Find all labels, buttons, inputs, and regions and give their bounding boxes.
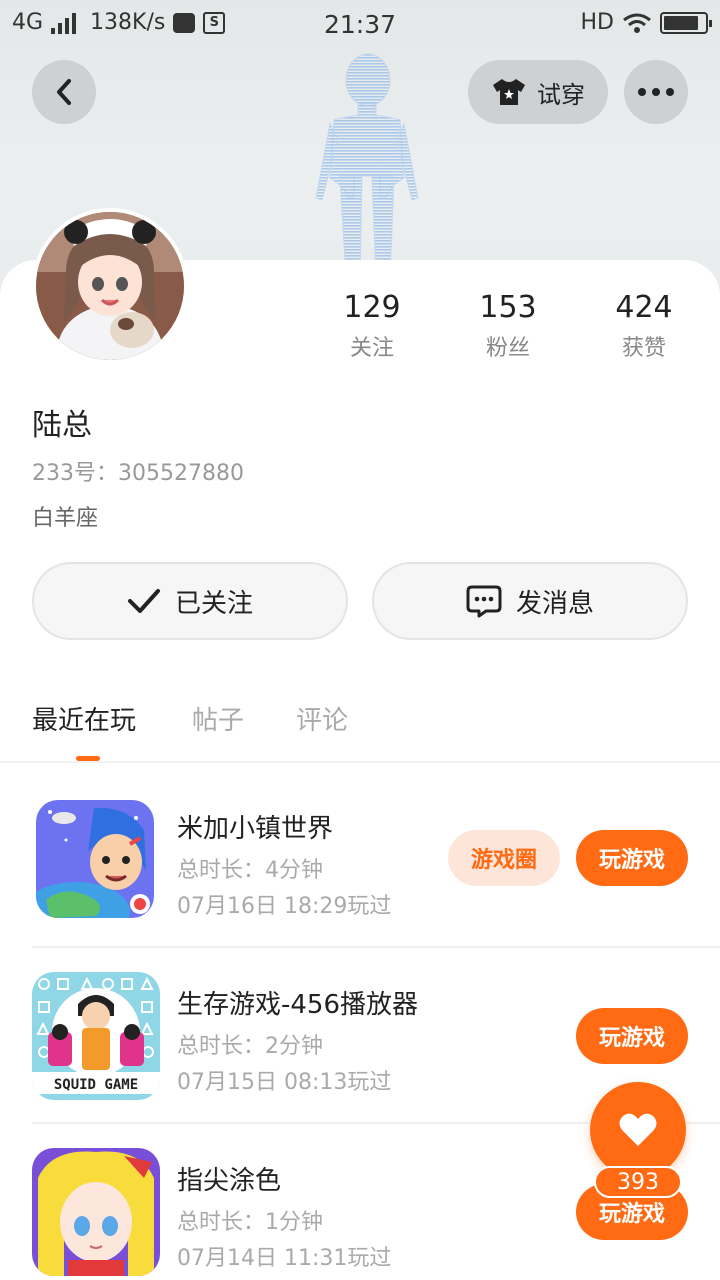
game-last-played: 07月15日 08:13玩过: [177, 1070, 392, 1095]
followed-label: 已关注: [174, 588, 253, 619]
followers-count: 153: [479, 290, 537, 325]
zodiac-sign: 白羊座: [32, 506, 99, 531]
tab-comments[interactable]: 评论: [296, 700, 348, 737]
like-fab-button[interactable]: [590, 1082, 686, 1178]
avatar[interactable]: [32, 208, 188, 364]
nickname: 陆总: [32, 408, 92, 443]
try-on-button[interactable]: 试穿: [468, 60, 608, 124]
tab-posts[interactable]: 帖子: [192, 700, 244, 737]
status-bar: 4G 138K/s S 21:37 HD: [0, 0, 720, 50]
game-circle-button[interactable]: 游戏圈: [448, 830, 560, 886]
chevron-left-icon: [57, 79, 71, 105]
hd-indicator: HD: [580, 10, 614, 35]
checkmark-icon: [127, 589, 160, 613]
heart-icon: [619, 1113, 657, 1146]
followers-label: 粉丝: [485, 336, 530, 361]
game-icon-finger-coloring: [32, 1148, 160, 1276]
game-title: 生存游戏-456播放器: [177, 990, 419, 1020]
like-count-badge: 393: [594, 1166, 682, 1198]
following-label: 关注: [349, 336, 394, 361]
game-duration: 总时长：1分钟: [177, 1210, 323, 1235]
play-game-button[interactable]: 玩游戏: [576, 830, 688, 886]
game-last-played: 07月14日 11:31玩过: [177, 1246, 392, 1271]
more-button[interactable]: [624, 60, 688, 124]
send-message-label: 发消息: [515, 588, 594, 619]
wifi-icon: [623, 13, 651, 33]
stat-likes[interactable]: 424 获赞: [584, 290, 704, 362]
battery-icon: [660, 11, 712, 34]
tshirt-icon: [493, 79, 525, 105]
game-row[interactable]: 米加小镇世界 总时长：4分钟 07月16日 18:29玩过 游戏圈 玩游戏: [0, 764, 720, 940]
game-last-played: 07月16日 18:29玩过: [177, 894, 392, 919]
hologram-figure-image: [315, 53, 419, 278]
game-icon-squid-game: SQUID GAME: [32, 972, 160, 1100]
likes-label: 获赞: [621, 336, 666, 361]
play-game-button[interactable]: 玩游戏: [576, 1008, 688, 1064]
tab-recently-played[interactable]: 最近在玩: [32, 700, 136, 737]
game-title: 指尖涂色: [177, 1166, 282, 1196]
followed-button[interactable]: 已关注: [32, 562, 348, 640]
back-button[interactable]: [32, 60, 96, 124]
stat-followers[interactable]: 153 粉丝: [448, 290, 568, 362]
send-message-button[interactable]: 发消息: [372, 562, 688, 640]
user-id: 233号：305527880: [32, 461, 244, 486]
content-tabs: 最近在玩 帖子 评论: [0, 700, 720, 762]
game-duration: 总时长：4分钟: [177, 858, 323, 883]
game-icon-toca-world: [36, 800, 154, 918]
game-duration: 总时长：2分钟: [177, 1034, 323, 1059]
more-dots-icon: [638, 88, 674, 96]
game-icon-text: SQUID GAME: [54, 1077, 138, 1093]
chat-bubble-icon: [466, 585, 502, 618]
following-count: 129: [343, 290, 401, 325]
likes-count: 424: [615, 290, 673, 325]
try-on-label: 试穿: [537, 80, 585, 109]
stat-following[interactable]: 129 关注: [312, 290, 432, 362]
game-title: 米加小镇世界: [177, 814, 334, 844]
tabs-divider: [0, 761, 720, 763]
avatar-anime-girl-image: [36, 212, 184, 360]
